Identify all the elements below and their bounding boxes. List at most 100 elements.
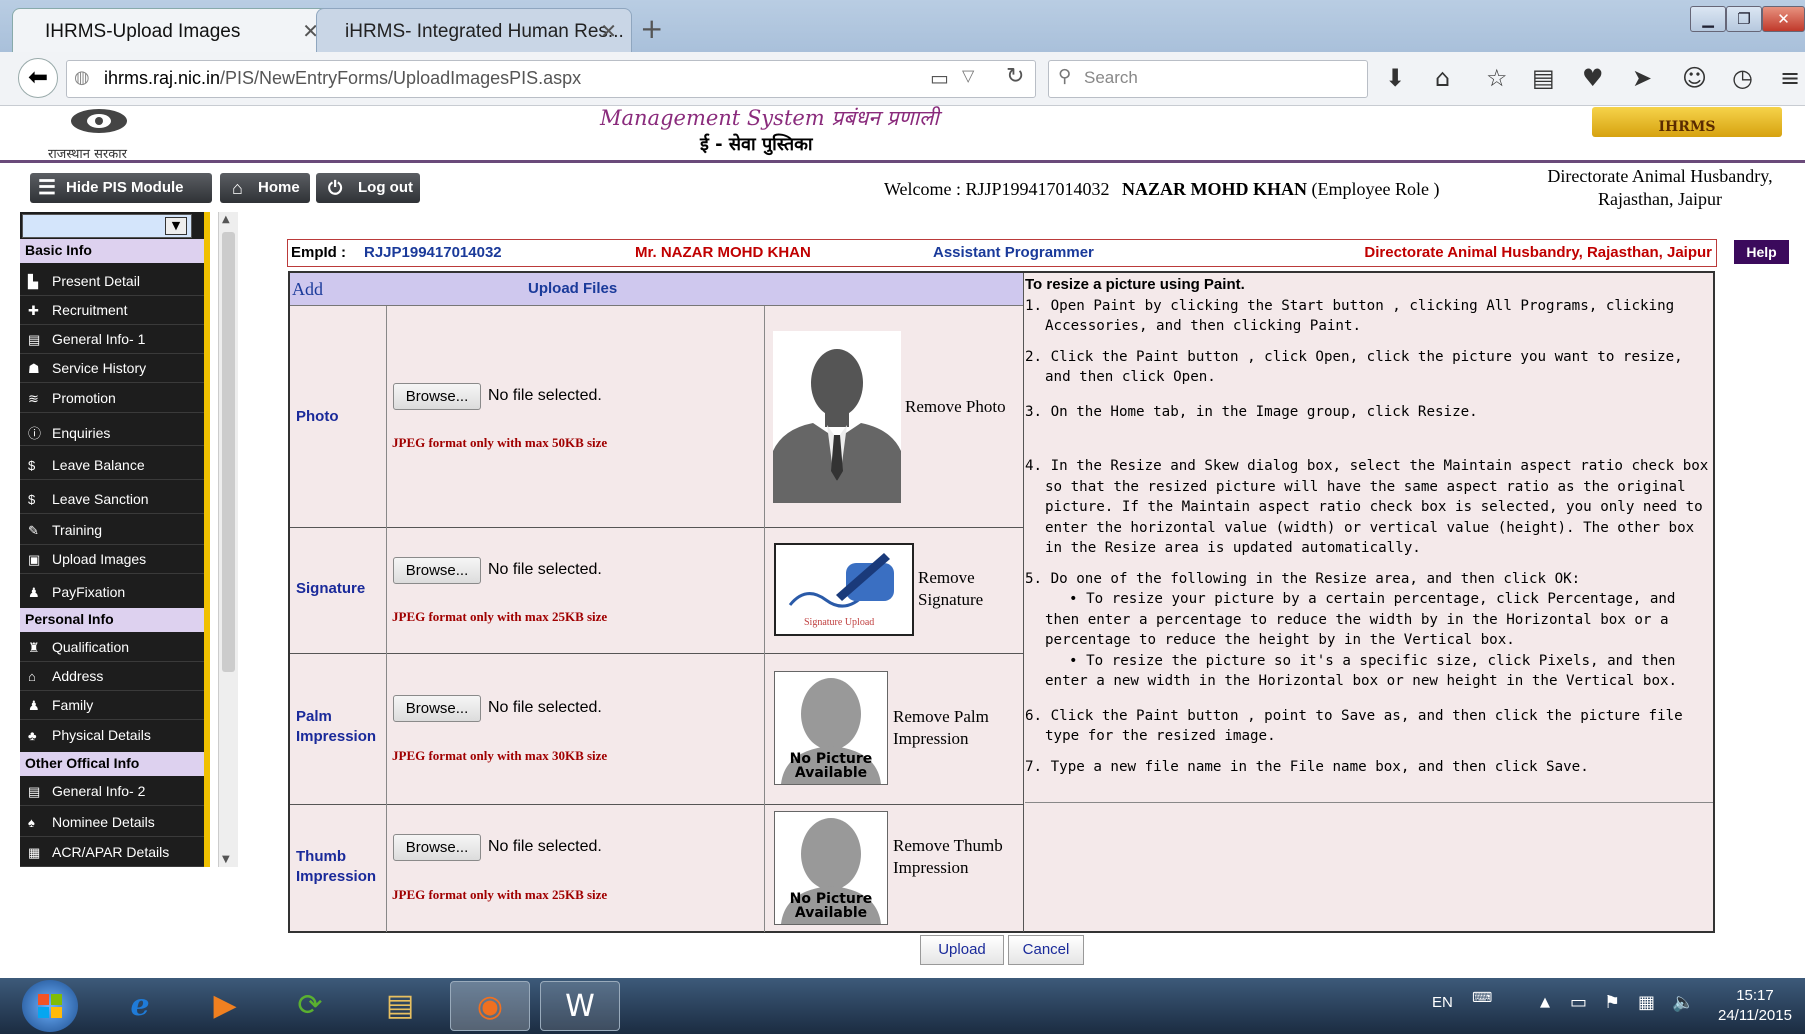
signature-browse-button[interactable]: Browse... — [393, 557, 481, 584]
pocket-icon[interactable]: ♥ — [1582, 64, 1604, 92]
sidebar-item-address[interactable]: ⌂ Address — [20, 661, 204, 691]
network-icon[interactable]: ▭ — [1570, 992, 1587, 1013]
sidebar-item-qualification[interactable]: ♜ Qualification — [20, 632, 204, 662]
dollar-icon: $ — [28, 458, 36, 473]
bookmarks-list-icon[interactable]: ▤ — [1532, 64, 1555, 92]
sidebar-item-general-info-2[interactable]: ▤ General Info- 2 — [20, 776, 204, 806]
sidebar-item-general-info-1[interactable]: ▤ General Info- 1 — [20, 324, 204, 354]
display-icon[interactable]: ▦ — [1638, 992, 1655, 1013]
sidebar-module-select[interactable]: ▼ — [22, 214, 192, 238]
system-clock[interactable]: 15:17 24/11/2015 — [1718, 986, 1792, 1026]
sidebar-item-recruitment[interactable]: ✚ Recruitment — [20, 295, 204, 325]
sidebar-item-service-history[interactable]: ☗ Service History — [20, 353, 204, 383]
close-window-icon[interactable]: ✕ — [1762, 6, 1805, 32]
help-step-7: 7. Type a new file name in the File name… — [1025, 758, 1589, 775]
help-step-4: 4. In the Resize and Skew dialog box, se… — [1025, 458, 1709, 556]
reload-icon[interactable]: ↻ — [1006, 64, 1024, 89]
thumb-placeholder-image: No Picture Available — [774, 811, 888, 925]
remove-signature-link[interactable]: Remove Signature — [918, 567, 1018, 611]
sidebar-scrollbar[interactable]: ▲ ▼ — [218, 212, 238, 867]
sidebar-item-leave-sanction[interactable]: $ Leave Sanction — [20, 484, 204, 514]
employee-info-bar: EmpId : RJJP199417014032 Mr. NAZAR MOHD … — [287, 239, 1717, 267]
new-tab-icon[interactable]: + — [640, 12, 663, 45]
palm-file-status: No file selected. — [488, 699, 602, 716]
tab-ihrms[interactable]: iHRMS- Integrated Human Res... ✕ — [316, 8, 632, 52]
column-divider — [386, 306, 387, 932]
download-icon[interactable]: ⬇ — [1385, 64, 1405, 92]
tray-expand-icon[interactable]: ▲ — [1540, 995, 1550, 1010]
cancel-button[interactable]: Cancel — [1008, 935, 1084, 965]
keyboard-icon[interactable]: ⌨ — [1472, 990, 1492, 1006]
state-label: राजस्थान सरकार — [48, 147, 127, 162]
signature-caption: Signature Upload — [804, 617, 875, 628]
thumb-caption: No Picture Available — [789, 891, 873, 921]
general-info-icon: ▤ — [28, 332, 41, 347]
help-step-2: 2. Click the Paint button , click Open, … — [1025, 348, 1683, 386]
palm-format-hint: JPEG format only with max 30KB size — [392, 748, 608, 763]
sidebar-item-leave-balance[interactable]: $ Leave Balance — [20, 450, 204, 480]
scroll-up-icon[interactable]: ▲ — [222, 214, 230, 225]
help-button[interactable]: Help — [1734, 240, 1789, 264]
sidebar-item-training[interactable]: ✎ Training — [20, 515, 204, 545]
volume-icon[interactable]: 🔈 — [1672, 992, 1694, 1013]
file-explorer-icon[interactable]: ▤ — [360, 981, 440, 1031]
promotion-icon: ≋ — [28, 391, 39, 406]
maximize-icon[interactable]: ❐ — [1726, 6, 1762, 32]
sidebar-item-acr-apar-details[interactable]: ▦ ACR/APAR Details — [20, 837, 204, 867]
site-info-icon[interactable]: ◍ — [74, 67, 90, 88]
palm-browse-button[interactable]: Browse... — [393, 695, 481, 722]
sidebar-item-family[interactable]: ♟ Family — [20, 690, 204, 720]
sidebar-item-upload-images[interactable]: ▣ Upload Images — [20, 544, 204, 574]
sidebar-item-promotion[interactable]: ≋ Promotion — [20, 383, 204, 413]
general-info-icon: ▤ — [28, 784, 41, 799]
chevron-down-icon[interactable]: ▼ — [165, 217, 187, 235]
chevron-down-icon[interactable]: ▽ — [962, 66, 974, 85]
scrollbar-thumb[interactable] — [222, 232, 235, 672]
sidebar: Basic Info ▙ Present Detail ✚ Recruitment … — [20, 212, 210, 867]
menu-icon[interactable]: ≡ — [1780, 64, 1800, 92]
empid-value: RJJP199417014032 — [364, 244, 502, 261]
photo-browse-button[interactable]: Browse... — [393, 383, 481, 410]
sidebar-section-other-offical-info: Other Offical Info — [20, 752, 204, 776]
app-launcher-icon[interactable]: ⟳ — [270, 981, 350, 1031]
clock-date: 24/11/2015 — [1718, 1007, 1792, 1024]
tab-upload-images[interactable]: IHRMS-Upload Images ✕ — [12, 8, 334, 52]
reader-view-icon[interactable]: ▭ — [930, 66, 949, 90]
word-icon[interactable]: W — [540, 981, 620, 1031]
back-icon[interactable]: ⬅ — [18, 58, 58, 98]
physical-details-icon: ♣ — [28, 728, 37, 743]
send-icon[interactable]: ➤ — [1632, 64, 1652, 92]
upload-button[interactable]: Upload — [920, 935, 1004, 965]
logout-button[interactable]: ⏻ Log out — [316, 173, 420, 203]
sidebar-item-enquiries[interactable]: ⓘ Enquiries — [20, 416, 204, 446]
welcome-role: (Employee Role ) — [1311, 179, 1440, 199]
sidebar-item-payfixation[interactable]: ♟ PayFixation — [20, 577, 204, 607]
history-icon[interactable]: ◷ — [1732, 64, 1753, 92]
thumb-browse-button[interactable]: Browse... — [393, 834, 481, 861]
add-link[interactable]: Add — [292, 279, 323, 300]
internet-explorer-icon[interactable]: e — [100, 981, 180, 1031]
media-player-icon[interactable]: ▶ — [185, 981, 265, 1031]
home-icon[interactable]: ⌂ — [1435, 64, 1450, 92]
remove-palm-link[interactable]: Remove Palm Impression — [893, 706, 1013, 750]
firefox-icon[interactable]: ◉ — [450, 981, 530, 1031]
remove-thumb-link[interactable]: Remove Thumb Impression — [893, 835, 1013, 879]
sidebar-item-physical-details[interactable]: ♣ Physical Details — [20, 720, 204, 750]
remove-photo-link[interactable]: Remove Photo — [905, 396, 1015, 418]
person-silhouette-icon — [773, 331, 901, 503]
thumb-format-hint: JPEG format only with max 25KB size — [392, 887, 608, 902]
scroll-down-icon[interactable]: ▼ — [222, 854, 230, 865]
sidebar-item-label: Upload Images — [52, 551, 147, 567]
home-button[interactable]: ⌂ Home — [220, 173, 310, 203]
chat-icon[interactable]: ☺ — [1682, 64, 1707, 92]
start-button[interactable] — [22, 980, 78, 1032]
sidebar-item-present-detail[interactable]: ▙ Present Detail — [20, 266, 204, 296]
minimize-icon[interactable]: ▁ — [1690, 6, 1726, 32]
url-text[interactable]: ihrms.raj.nic.in/PIS/NewEntryForms/Uploa… — [104, 68, 581, 89]
close-tab-icon[interactable]: ✕ — [600, 19, 617, 44]
hide-pis-module-button[interactable]: ☰ Hide PIS Module — [30, 173, 212, 203]
action-center-flag-icon[interactable]: ⚑ — [1604, 992, 1620, 1013]
language-indicator[interactable]: EN — [1432, 994, 1453, 1011]
bookmark-star-icon[interactable]: ☆ — [1486, 64, 1508, 92]
sidebar-item-nominee-details[interactable]: ♠ Nominee Details — [20, 807, 204, 837]
